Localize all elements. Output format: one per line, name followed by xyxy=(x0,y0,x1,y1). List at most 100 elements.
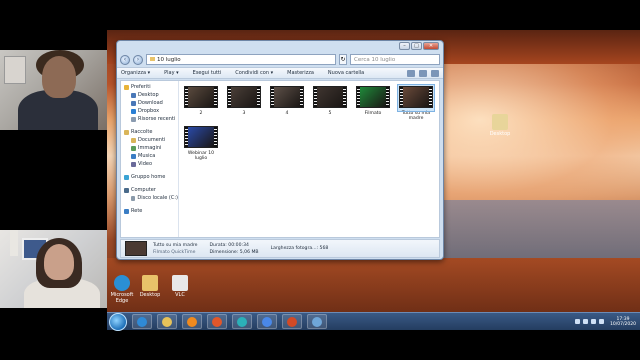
sidebar-item-label: Dropbox xyxy=(138,108,160,114)
sidebar-item-label: Documenti xyxy=(138,137,166,143)
file-item[interactable]: 4 xyxy=(269,85,305,121)
sidebar-item-computer[interactable]: Computer xyxy=(121,186,178,194)
burn-button[interactable]: Masterizza xyxy=(287,70,314,76)
sidebar-item-label: Risorse recenti xyxy=(138,116,176,122)
webcam-tile-participant-2 xyxy=(0,230,107,308)
file-name: 3 xyxy=(242,111,246,116)
taskbar-ie-button[interactable] xyxy=(132,314,152,329)
sidebar-item-musica[interactable]: Musica xyxy=(121,152,178,160)
sidebar-item-dropbox[interactable]: Dropbox xyxy=(121,107,178,115)
help-icon[interactable] xyxy=(431,69,439,77)
file-name: Webinar 10 luglio xyxy=(187,151,215,161)
sidebar-item-gruppo-home[interactable]: Gruppo home xyxy=(121,173,178,181)
new-folder-button[interactable]: Nuova cartella xyxy=(328,70,364,76)
sidebar-item-download[interactable]: Download xyxy=(121,99,178,107)
selected-file-type: Filmato QuickTime xyxy=(153,249,196,255)
sidebar-item-label: Video xyxy=(138,161,153,167)
sidebar-item-label: Rete xyxy=(131,208,143,214)
navigation-pane: Preferiti Desktop Download Dropbox Risorse r… xyxy=(121,81,179,237)
sidebar-item-raccolte[interactable]: Raccolte xyxy=(121,128,178,136)
sidebar-item-label: Download xyxy=(138,100,163,106)
desktop-icon xyxy=(131,92,136,98)
taskbar-powerpoint-button[interactable] xyxy=(282,314,302,329)
file-name: Filmato xyxy=(364,111,382,116)
computer-icon xyxy=(124,187,129,193)
forward-button[interactable]: › xyxy=(133,54,143,65)
search-input[interactable]: Cerca 10 luglio xyxy=(350,54,440,65)
address-bar[interactable]: 10 luglio xyxy=(146,54,336,65)
taskbar-clock[interactable]: 17:39 10/07/2020 xyxy=(610,317,636,327)
preview-pane-icon[interactable] xyxy=(419,69,427,77)
desktop-icon-edge[interactable]: Microsoft Edge xyxy=(107,275,137,304)
explorer-icon xyxy=(162,316,172,327)
desktop-icon-folder[interactable]: Desktop xyxy=(135,275,165,298)
file-name: 4 xyxy=(285,111,289,116)
sidebar-item-video[interactable]: Video xyxy=(121,160,178,168)
selected-file-thumbnail xyxy=(125,241,147,256)
view-options-icon[interactable] xyxy=(407,69,415,77)
file-item[interactable]: 3 xyxy=(226,85,262,121)
selected-file-width: Larghezza fotogra...: 568 xyxy=(270,246,329,251)
play-menu[interactable]: Play ▾ xyxy=(164,70,179,76)
start-button[interactable] xyxy=(109,312,127,331)
system-tray: 17:39 10/07/2020 xyxy=(575,317,640,327)
dropbox-icon xyxy=(131,108,136,114)
window-titlebar[interactable]: – □ ✕ xyxy=(117,41,443,52)
sidebar-item-risorse-recenti[interactable]: Risorse recenti xyxy=(121,115,178,123)
sidebar-item-preferiti[interactable]: Preferiti xyxy=(121,83,178,91)
sidebar-item-label: Desktop xyxy=(138,92,159,98)
maximize-button[interactable]: □ xyxy=(411,42,422,50)
webcam-tile-participant-1 xyxy=(0,50,107,130)
file-item[interactable]: Filmato xyxy=(355,85,391,121)
file-name: Tutto su mia madre xyxy=(401,111,431,121)
refresh-button[interactable]: ↻ xyxy=(339,54,347,65)
folder-icon xyxy=(150,57,155,61)
taskbar-media-player-button[interactable] xyxy=(182,314,202,329)
share-menu[interactable]: Condividi con ▾ xyxy=(235,70,273,76)
desktop-icon-file[interactable]: Desktop xyxy=(485,114,515,137)
breadcrumb: 10 luglio xyxy=(157,57,181,63)
taskbar-google-button[interactable] xyxy=(257,314,277,329)
file-item[interactable]: Webinar 10 luglio xyxy=(183,125,219,161)
taskbar-firefox-button[interactable] xyxy=(207,314,227,329)
ie-icon xyxy=(137,316,147,327)
sidebar-item-label: Immagini xyxy=(138,145,162,151)
volume-tray-icon[interactable] xyxy=(583,319,589,324)
minimize-button[interactable]: – xyxy=(399,42,410,50)
firefox-icon xyxy=(212,316,222,327)
play-all-button[interactable]: Esegui tutti xyxy=(193,70,222,76)
organize-menu[interactable]: Organizza ▾ xyxy=(121,70,150,76)
network-tray-icon[interactable] xyxy=(575,319,581,324)
recent-icon xyxy=(131,116,136,122)
flag-tray-icon[interactable] xyxy=(599,319,605,324)
sidebar-item-immagini[interactable]: Immagini xyxy=(121,144,178,152)
taskbar-edge-button[interactable] xyxy=(232,314,252,329)
sidebar-item-rete[interactable]: Rete xyxy=(121,207,178,215)
file-item[interactable]: 5 xyxy=(312,85,348,121)
sidebar-item-label: Gruppo home xyxy=(131,174,166,180)
video-thumbnail xyxy=(356,86,390,108)
vlc-icon xyxy=(172,275,188,291)
back-button[interactable]: ‹ xyxy=(120,54,130,65)
selected-file-duration: Durata: 00:00:34 xyxy=(209,242,249,248)
details-pane: Tutto su mia madre Filmato QuickTime Dur… xyxy=(120,239,440,258)
sidebar-item-desktop[interactable]: Desktop xyxy=(121,91,178,99)
sidebar-item-label: Preferiti xyxy=(131,84,151,90)
taskbar-explorer-button[interactable] xyxy=(157,314,177,329)
video-thumbnail xyxy=(270,86,304,108)
close-button[interactable]: ✕ xyxy=(423,42,439,50)
sidebar-item-disco-locale-c[interactable]: Disco locale (C:) xyxy=(121,194,178,202)
video-thumbnail xyxy=(184,86,218,108)
taskbar-settings-button[interactable] xyxy=(307,314,327,329)
video-thumbnail xyxy=(399,86,433,108)
file-item[interactable]: 2 xyxy=(183,85,219,121)
file-name: 2 xyxy=(199,111,203,116)
battery-tray-icon[interactable] xyxy=(591,319,597,324)
video-icon xyxy=(131,161,136,167)
network-icon xyxy=(124,208,129,214)
music-icon xyxy=(131,153,136,159)
sidebar-item-documenti[interactable]: Documenti xyxy=(121,136,178,144)
library-icon xyxy=(124,129,129,135)
file-item[interactable]: Tutto su mia madre xyxy=(397,84,435,121)
desktop-icon-vlc[interactable]: VLC xyxy=(165,275,195,298)
